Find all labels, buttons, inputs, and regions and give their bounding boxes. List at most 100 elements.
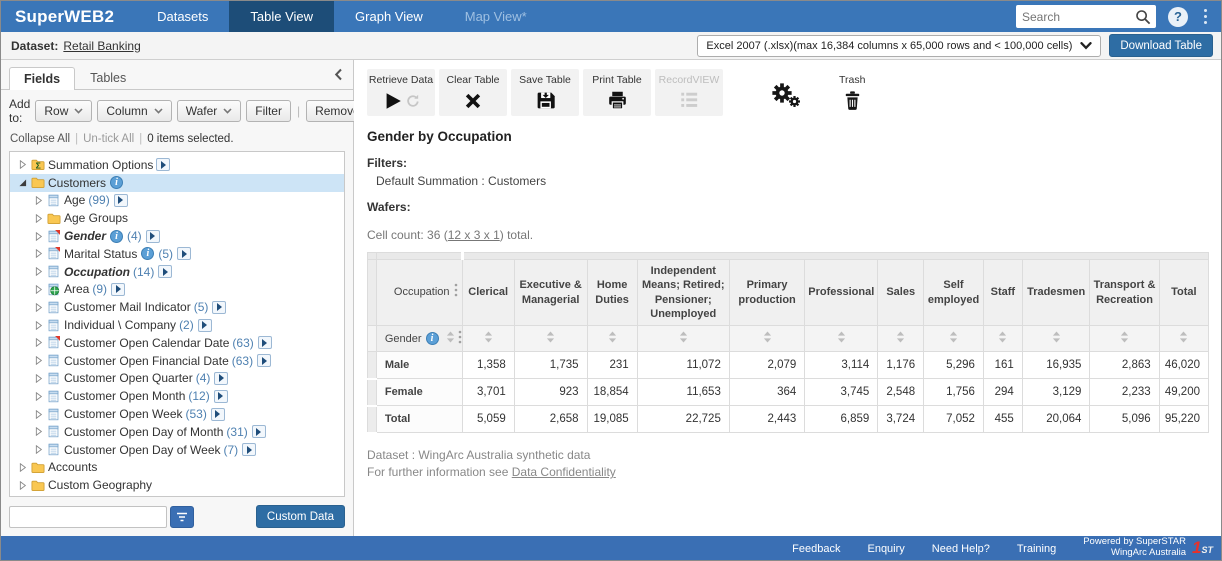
footer-link-enquiry[interactable]: Enquiry bbox=[867, 543, 904, 555]
info-icon[interactable] bbox=[141, 247, 154, 260]
tree-expand-icon[interactable] bbox=[31, 321, 45, 330]
sort-icon[interactable] bbox=[446, 331, 455, 346]
info-icon[interactable] bbox=[110, 230, 123, 243]
sort-icon[interactable] bbox=[837, 334, 846, 346]
sort-icon[interactable] bbox=[949, 334, 958, 346]
footer-link-feedback[interactable]: Feedback bbox=[792, 543, 840, 555]
open-field-chevron-button[interactable] bbox=[214, 390, 228, 403]
tree-item-individual-company[interactable]: Individual \ Company(2) bbox=[10, 316, 344, 334]
dataset-name-link[interactable]: Retail Banking bbox=[63, 39, 140, 53]
sort-icon[interactable] bbox=[998, 334, 1007, 346]
tree-item-customer-open-month[interactable]: Customer Open Month(12) bbox=[10, 387, 344, 405]
open-field-chevron-button[interactable] bbox=[212, 301, 226, 314]
open-field-chevron-button[interactable] bbox=[177, 247, 191, 260]
sort-icon[interactable] bbox=[608, 334, 617, 346]
tree-item-customer-open-day-of-week[interactable]: Customer Open Day of Week(7) bbox=[10, 441, 344, 459]
collapse-sidebar-icon[interactable] bbox=[334, 68, 343, 86]
trash-button[interactable]: Trash bbox=[833, 69, 871, 116]
clear-table-button[interactable]: Clear Table bbox=[439, 69, 507, 116]
field-search-input[interactable] bbox=[9, 506, 167, 528]
open-field-chevron-button[interactable] bbox=[156, 158, 170, 171]
kebab-menu-icon[interactable] bbox=[458, 330, 462, 347]
info-icon[interactable] bbox=[110, 176, 123, 189]
open-field-chevron-button[interactable] bbox=[146, 230, 160, 243]
tree-expand-icon[interactable] bbox=[31, 445, 45, 454]
tree-item-summation-options[interactable]: ΣSummation Options bbox=[10, 156, 344, 174]
tree-expand-icon[interactable] bbox=[15, 463, 29, 472]
retrieve-data-button[interactable]: Retrieve Data bbox=[367, 69, 435, 116]
open-field-chevron-button[interactable] bbox=[211, 408, 225, 421]
open-field-chevron-button[interactable] bbox=[198, 319, 212, 332]
tree-expand-icon[interactable] bbox=[31, 303, 45, 312]
tree-expand-icon[interactable] bbox=[31, 285, 45, 294]
sort-icon[interactable] bbox=[546, 334, 555, 346]
column-header-independent-means-retired-pensioner-unemployed[interactable]: Independent Means; Retired; Pensioner; U… bbox=[637, 260, 729, 326]
open-field-chevron-button[interactable] bbox=[111, 283, 125, 296]
search-icon[interactable] bbox=[1135, 9, 1156, 25]
collapse-all-link[interactable]: Collapse All bbox=[10, 133, 70, 145]
column-header-sales[interactable]: Sales bbox=[878, 260, 924, 326]
column-header-transport-recreation[interactable]: Transport & Recreation bbox=[1090, 260, 1159, 326]
sort-icon[interactable] bbox=[1179, 334, 1188, 346]
tree-item-area[interactable]: Area(9) bbox=[10, 281, 344, 299]
column-header-executive-managerial[interactable]: Executive & Managerial bbox=[514, 260, 587, 326]
untick-all-link[interactable]: Un-tick All bbox=[83, 133, 134, 145]
column-header-staff[interactable]: Staff bbox=[983, 260, 1022, 326]
row-axis-header[interactable]: Gender bbox=[376, 326, 462, 352]
download-table-button[interactable]: Download Table bbox=[1109, 34, 1213, 57]
column-header-primary-production[interactable]: Primary production bbox=[729, 260, 804, 326]
tree-item-customer-open-calendar-date[interactable]: Customer Open Calendar Date(63) bbox=[10, 334, 344, 352]
sort-icon[interactable] bbox=[1052, 334, 1061, 346]
custom-data-button[interactable]: Custom Data bbox=[256, 505, 345, 528]
data-confidentiality-link[interactable]: Data Confidentiality bbox=[512, 465, 616, 479]
tree-expand-icon[interactable] bbox=[31, 410, 45, 419]
search-input[interactable] bbox=[1016, 10, 1135, 24]
sort-icon[interactable] bbox=[1120, 334, 1129, 346]
sort-icon[interactable] bbox=[763, 334, 772, 346]
column-header-home-duties[interactable]: Home Duties bbox=[587, 260, 637, 326]
column-header-clerical[interactable]: Clerical bbox=[462, 260, 514, 326]
open-field-chevron-button[interactable] bbox=[258, 336, 272, 349]
tab-fields[interactable]: Fields bbox=[9, 67, 75, 90]
nav-tab-table-view[interactable]: Table View bbox=[229, 1, 334, 32]
column-axis-header[interactable]: Occupation bbox=[376, 260, 462, 326]
help-icon[interactable] bbox=[1168, 7, 1188, 27]
tree-expand-icon[interactable] bbox=[31, 356, 45, 365]
sort-icon[interactable] bbox=[484, 334, 493, 346]
tree-collapse-icon[interactable] bbox=[15, 178, 29, 187]
open-field-chevron-button[interactable] bbox=[114, 194, 128, 207]
tree-item-customers[interactable]: Customers bbox=[10, 174, 344, 192]
filter-button[interactable]: Filter bbox=[246, 100, 291, 122]
tree-expand-icon[interactable] bbox=[31, 338, 45, 347]
column-header-professional[interactable]: Professional bbox=[805, 260, 878, 326]
tree-item-marital-status[interactable]: Marital Status(5) bbox=[10, 245, 344, 263]
open-field-chevron-button[interactable] bbox=[242, 443, 256, 456]
tree-item-gender[interactable]: Gender(4) bbox=[10, 227, 344, 245]
settings-gears-icon[interactable] bbox=[769, 69, 801, 113]
tree-expand-icon[interactable] bbox=[31, 374, 45, 383]
tree-expand-icon[interactable] bbox=[31, 267, 45, 276]
tree-item-customer-open-week[interactable]: Customer Open Week(53) bbox=[10, 405, 344, 423]
tree-item-customer-open-quarter[interactable]: Customer Open Quarter(4) bbox=[10, 370, 344, 388]
info-icon[interactable] bbox=[426, 332, 439, 345]
export-format-select[interactable]: Excel 2007 (.xlsx)(max 16,384 columns x … bbox=[697, 35, 1101, 57]
tab-tables[interactable]: Tables bbox=[75, 66, 141, 89]
open-field-chevron-button[interactable] bbox=[214, 372, 228, 385]
column-header-self-employed[interactable]: Self employed bbox=[924, 260, 984, 326]
open-field-chevron-button[interactable] bbox=[257, 354, 271, 367]
add-to-row-button[interactable]: Row bbox=[35, 100, 92, 122]
sort-icon[interactable] bbox=[896, 334, 905, 346]
tree-item-age-groups[interactable]: Age Groups bbox=[10, 209, 344, 227]
print-table-button[interactable]: Print Table bbox=[583, 69, 651, 116]
footer-link-training[interactable]: Training bbox=[1017, 543, 1056, 555]
open-field-chevron-button[interactable] bbox=[252, 425, 266, 438]
footer-link-need-help[interactable]: Need Help? bbox=[932, 543, 990, 555]
tree-expand-icon[interactable] bbox=[15, 160, 29, 169]
tree-expand-icon[interactable] bbox=[15, 481, 29, 490]
column-header-total[interactable]: Total bbox=[1159, 260, 1208, 326]
tree-item-age[interactable]: Age(99) bbox=[10, 192, 344, 210]
add-to-column-button[interactable]: Column bbox=[97, 100, 171, 122]
tree-expand-icon[interactable] bbox=[31, 427, 45, 436]
nav-tab-graph-view[interactable]: Graph View bbox=[334, 1, 444, 32]
cell-count-link[interactable]: 12 x 3 x 1 bbox=[448, 228, 500, 242]
